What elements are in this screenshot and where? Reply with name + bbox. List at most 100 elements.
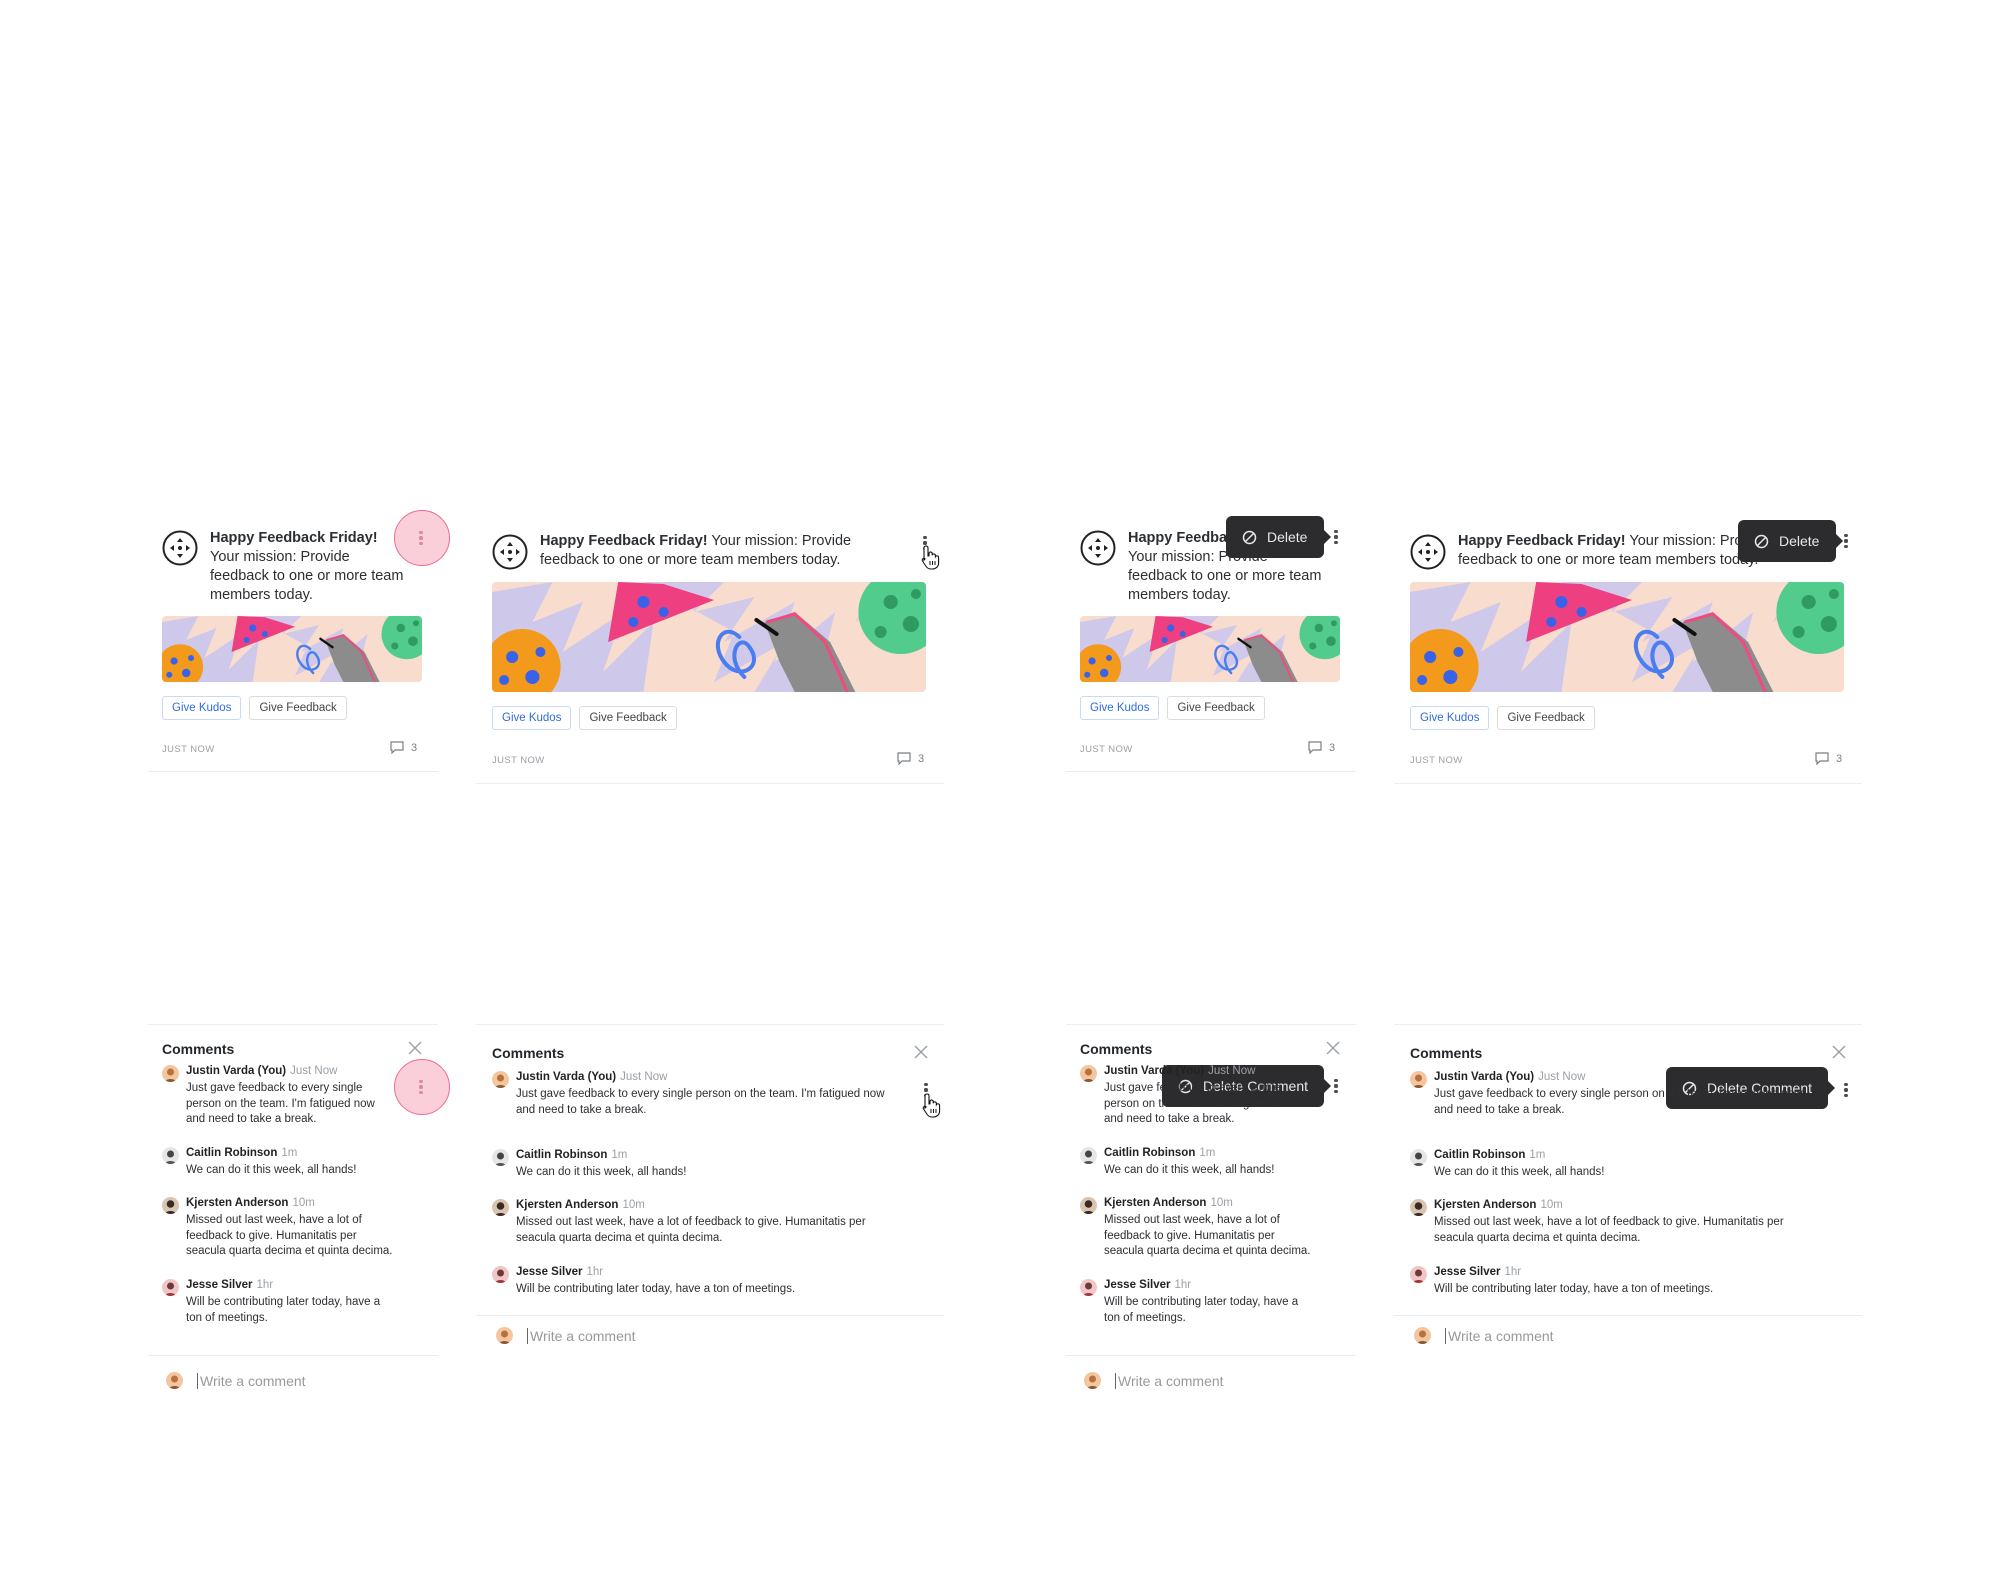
comment-time: Just Now (1208, 1065, 1256, 1077)
avatar (162, 1197, 179, 1214)
comment-time: 10m (1540, 1199, 1563, 1211)
delete-menu-item[interactable]: Delete (1738, 520, 1843, 562)
comment-author: Caitlin Robinson (1104, 1147, 1196, 1159)
comment-header: Jesse Silver 1hr (186, 1279, 273, 1291)
comment-text: Will be contributing later today, have a… (186, 1296, 381, 1324)
comment-time: 1m (281, 1147, 298, 1159)
comment-input[interactable] (1445, 1327, 1708, 1344)
tap-highlight (394, 510, 450, 566)
avatar (1080, 1279, 1097, 1296)
comment-time: 10m (292, 1197, 315, 1209)
avatar (1080, 1197, 1097, 1214)
post-tags: Give Kudos Give Feedback (1080, 696, 1265, 720)
mission-badge-icon (1080, 530, 1116, 566)
comment-more-options-icon[interactable] (415, 1078, 427, 1096)
composer-divider (1066, 1355, 1356, 1356)
comment-author: Jesse Silver (1104, 1279, 1171, 1291)
comment-header: Caitlin Robinson 1m (516, 1149, 627, 1161)
comment-count-value: 3 (918, 752, 925, 765)
delete-menu-item[interactable]: Delete (1226, 516, 1331, 558)
more-options-icon[interactable] (415, 529, 427, 547)
ban-icon (1754, 534, 1769, 548)
comment-text: We can do it this week, all hands! (516, 1166, 687, 1178)
avatar (1414, 1327, 1431, 1344)
give-kudos-button[interactable]: Give Kudos (1080, 696, 1160, 720)
comment-header: Kjersten Anderson 10m (1104, 1197, 1233, 1209)
give-feedback-button[interactable]: Give Feedback (249, 696, 347, 720)
comment-header: Jesse Silver 1hr (1434, 1266, 1521, 1278)
give-kudos-button[interactable]: Give Kudos (162, 696, 242, 720)
comment-text: We can do it this week, all hands! (186, 1164, 357, 1176)
give-feedback-button[interactable]: Give Feedback (1167, 696, 1265, 720)
composer-divider (1394, 1315, 1862, 1316)
comment-time: 1hr (1174, 1279, 1192, 1291)
post-message: Happy Feedback Friday! Your mission: Pro… (210, 530, 404, 603)
comment-count[interactable]: 3 (1308, 741, 1335, 754)
comments-title: Comments (162, 1041, 235, 1057)
comment-text: Will be contributing later today, have a… (516, 1283, 796, 1295)
post-tags: Give Kudos Give Feedback (162, 696, 347, 720)
close-icon[interactable] (1832, 1045, 1846, 1059)
comment-author: Kjersten Anderson (186, 1197, 289, 1209)
avatar (162, 1147, 179, 1164)
comment-count[interactable]: 3 (1815, 752, 1842, 765)
comment-text: Just gave feedback to every single perso… (186, 1082, 375, 1125)
more-options-icon[interactable] (1840, 532, 1852, 550)
post-timestamp: JUST NOW (492, 755, 545, 766)
more-options-icon[interactable] (1330, 528, 1342, 546)
composer-divider (476, 1315, 944, 1316)
comment-time: 1m (1199, 1147, 1216, 1159)
comment-text: Will be contributing later today, have a… (1434, 1283, 1714, 1295)
avatar (1410, 1266, 1427, 1283)
comment-author: Kjersten Anderson (1104, 1197, 1207, 1209)
comment-more-options-icon[interactable] (1840, 1081, 1852, 1099)
post-banner-image (1410, 582, 1844, 692)
comment-header: Justin Varda (You) Just Now (186, 1065, 337, 1077)
comment-author: Justin Varda (You) (516, 1071, 617, 1083)
give-feedback-button[interactable]: Give Feedback (1497, 706, 1595, 730)
delete-label: Delete (1779, 533, 1820, 549)
post-banner-image (1080, 616, 1340, 682)
post-card-3: Happy Feedback Friday! Your mission: Pro… (1066, 516, 1356, 772)
comment-count[interactable]: 3 (897, 752, 924, 765)
comment-icon (1815, 752, 1829, 765)
give-kudos-button[interactable]: Give Kudos (1410, 706, 1490, 730)
post-card-4: Happy Feedback Friday! Your mission: Pro… (1394, 516, 1862, 784)
give-feedback-button[interactable]: Give Feedback (579, 706, 677, 730)
comment-time: 1m (611, 1149, 628, 1161)
comment-time: 10m (1210, 1197, 1233, 1209)
avatar (492, 1071, 509, 1088)
comment-time: 1hr (1504, 1266, 1522, 1278)
comment-count-value: 3 (1329, 741, 1336, 754)
comment-input[interactable] (527, 1327, 790, 1344)
comment-time: 10m (622, 1199, 645, 1211)
comments-panel-2: Comments Justin Varda (You) Just Now Just … (476, 1024, 944, 1364)
comment-count[interactable]: 3 (390, 741, 417, 754)
comments-panel-3: Comments Delete Comment Justin Varda (Yo… (1066, 1024, 1378, 1404)
comment-text: Missed out last week, have a lot of feed… (516, 1216, 866, 1244)
comment-input[interactable] (197, 1372, 460, 1389)
comment-composer (1084, 1372, 1378, 1389)
comments-title: Comments (492, 1045, 565, 1061)
post-card-2: Happy Feedback Friday! Your mission: Pro… (476, 516, 944, 784)
ban-icon (1242, 530, 1257, 544)
composer-divider (148, 1355, 438, 1356)
give-kudos-button[interactable]: Give Kudos (492, 706, 572, 730)
close-icon[interactable] (1326, 1041, 1340, 1055)
comment-header: Justin Varda (You) Just Now (516, 1071, 667, 1083)
close-icon[interactable] (408, 1041, 422, 1055)
mission-badge-icon (1410, 534, 1446, 570)
comment-input[interactable] (1115, 1372, 1378, 1389)
comment-more-options-icon[interactable] (1330, 1077, 1342, 1095)
tap-highlight (394, 1059, 450, 1115)
comment-icon (390, 741, 404, 754)
post-card-1: Happy Feedback Friday! Your mission: Pro… (148, 510, 450, 772)
pointer-cursor-icon (921, 545, 940, 570)
close-icon[interactable] (914, 1045, 928, 1059)
comment-header: Kjersten Anderson 10m (1434, 1199, 1563, 1211)
pointer-cursor-icon (922, 1093, 941, 1118)
avatar (1084, 1372, 1101, 1389)
comment-icon (1308, 741, 1322, 754)
comment-text: Missed out last week, have a lot of feed… (186, 1214, 393, 1257)
comments-title: Comments (1410, 1045, 1483, 1061)
